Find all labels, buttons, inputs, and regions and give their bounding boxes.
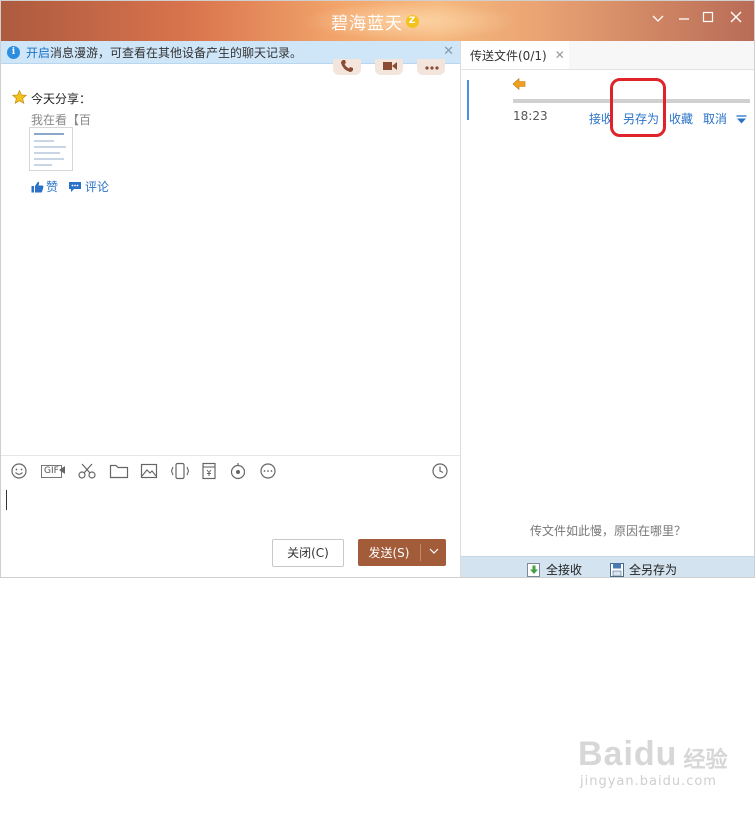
send-image-button[interactable] [140, 462, 160, 482]
title-bar[interactable]: 碧海蓝天 Z [1, 1, 754, 41]
minimize-button[interactable] [675, 11, 693, 29]
more-tools-button[interactable] [259, 462, 279, 482]
send-file-button[interactable] [109, 462, 129, 482]
music-button[interactable] [229, 462, 249, 482]
watermark-cn: 经验 [683, 748, 728, 773]
comment-button[interactable]: 评论 [68, 178, 109, 195]
info-text: 消息漫游，可查看在其他设备产生的聊天记录。 [50, 45, 303, 60]
window-title: 碧海蓝天 Z [331, 9, 419, 34]
music-icon [230, 463, 246, 480]
more-icon [425, 66, 439, 70]
enable-roaming-link[interactable]: 开启 [26, 44, 50, 61]
gif-camera-icon [59, 464, 79, 484]
video-call-button[interactable] [375, 59, 403, 75]
save-all-label: 全另存为 [629, 563, 678, 577]
close-icon [730, 11, 742, 23]
close-window-button[interactable] [727, 11, 745, 29]
contact-name: 碧海蓝天 [331, 14, 403, 34]
more-actions-icon[interactable] [736, 113, 747, 127]
save-all-button[interactable]: 全另存为 [609, 561, 678, 577]
scissors-icon [78, 463, 96, 479]
tab-file-label: 传送文件(0/1) [470, 48, 547, 63]
thumbs-up-icon [31, 181, 44, 192]
slow-transfer-hint[interactable]: 传文件如此慢，原因在哪里？ [530, 522, 686, 539]
more-apps-button[interactable] [417, 59, 445, 75]
like-button[interactable]: 赞 [31, 178, 58, 195]
collapse-button[interactable] [649, 11, 667, 29]
phone-icon [341, 60, 353, 72]
folder-icon [109, 464, 129, 479]
maximize-button[interactable] [699, 11, 717, 29]
red-packet-icon [202, 462, 216, 480]
clock-icon [432, 463, 448, 479]
comment-icon [69, 181, 82, 192]
send-options-dropdown[interactable] [421, 547, 446, 558]
watermark-logo: Baidu [578, 735, 678, 773]
baidu-watermark: Baidu 经验 jingyan.baidu.com [578, 735, 727, 789]
tab-close-button[interactable]: ✕ [555, 48, 565, 62]
voice-call-button[interactable] [333, 59, 361, 75]
file-item-accent [467, 80, 469, 120]
share-text: 我在看【百 [31, 113, 92, 127]
save-icon [610, 562, 624, 577]
watermark-url: jingyan.baidu.com [580, 774, 717, 789]
more-icon [260, 463, 276, 479]
annotation-highlight [610, 78, 666, 137]
favorite-link[interactable]: 收藏 [669, 110, 693, 127]
emoji-icon [11, 463, 27, 479]
video-icon [383, 62, 397, 70]
tab-file-transfer[interactable]: 传送文件(0/1) ✕ [461, 41, 570, 69]
red-packet-button[interactable] [200, 462, 220, 482]
maximize-icon [702, 11, 714, 23]
receive-all-icon [527, 562, 540, 577]
shake-button[interactable] [170, 462, 190, 482]
comment-label: 评论 [85, 180, 110, 194]
info-close-button[interactable]: ✕ [443, 44, 454, 59]
shared-thumbnail[interactable] [29, 127, 73, 171]
like-label: 赞 [46, 180, 59, 194]
minimize-icon [679, 18, 689, 20]
receive-all-label: 全接收 [546, 563, 583, 577]
history-button[interactable] [431, 462, 451, 482]
incoming-arrow-icon [512, 77, 526, 94]
online-status-icon: Z [406, 15, 419, 28]
send-button[interactable]: 发送(S) [358, 539, 446, 566]
share-actions: 赞 评论 [31, 178, 119, 195]
star-icon [11, 89, 28, 107]
chat-window: 碧海蓝天 Z i 开启 消息漫游，可查看在其他设备产生的聊天记录。 ✕ 今天分享… [0, 0, 755, 578]
screenshot-button[interactable] [77, 462, 97, 482]
info-icon: i [7, 45, 20, 59]
chevron-down-icon [652, 15, 664, 22]
send-label: 发送(S) [368, 546, 410, 560]
share-label: 今天分享： [31, 92, 92, 106]
cancel-link[interactable]: 取消 [703, 110, 727, 127]
chevron-down-icon [429, 548, 438, 554]
file-bottom-bar: 全接收 全另存为 [461, 556, 754, 577]
message-input[interactable] [1, 485, 460, 531]
image-icon [140, 463, 158, 479]
receive-all-button[interactable]: 全接收 [526, 561, 583, 577]
emoji-button[interactable] [10, 462, 30, 482]
shake-icon [170, 462, 190, 480]
file-time: 18:23 [513, 109, 548, 123]
close-button[interactable]: 关闭(C) [272, 539, 344, 567]
